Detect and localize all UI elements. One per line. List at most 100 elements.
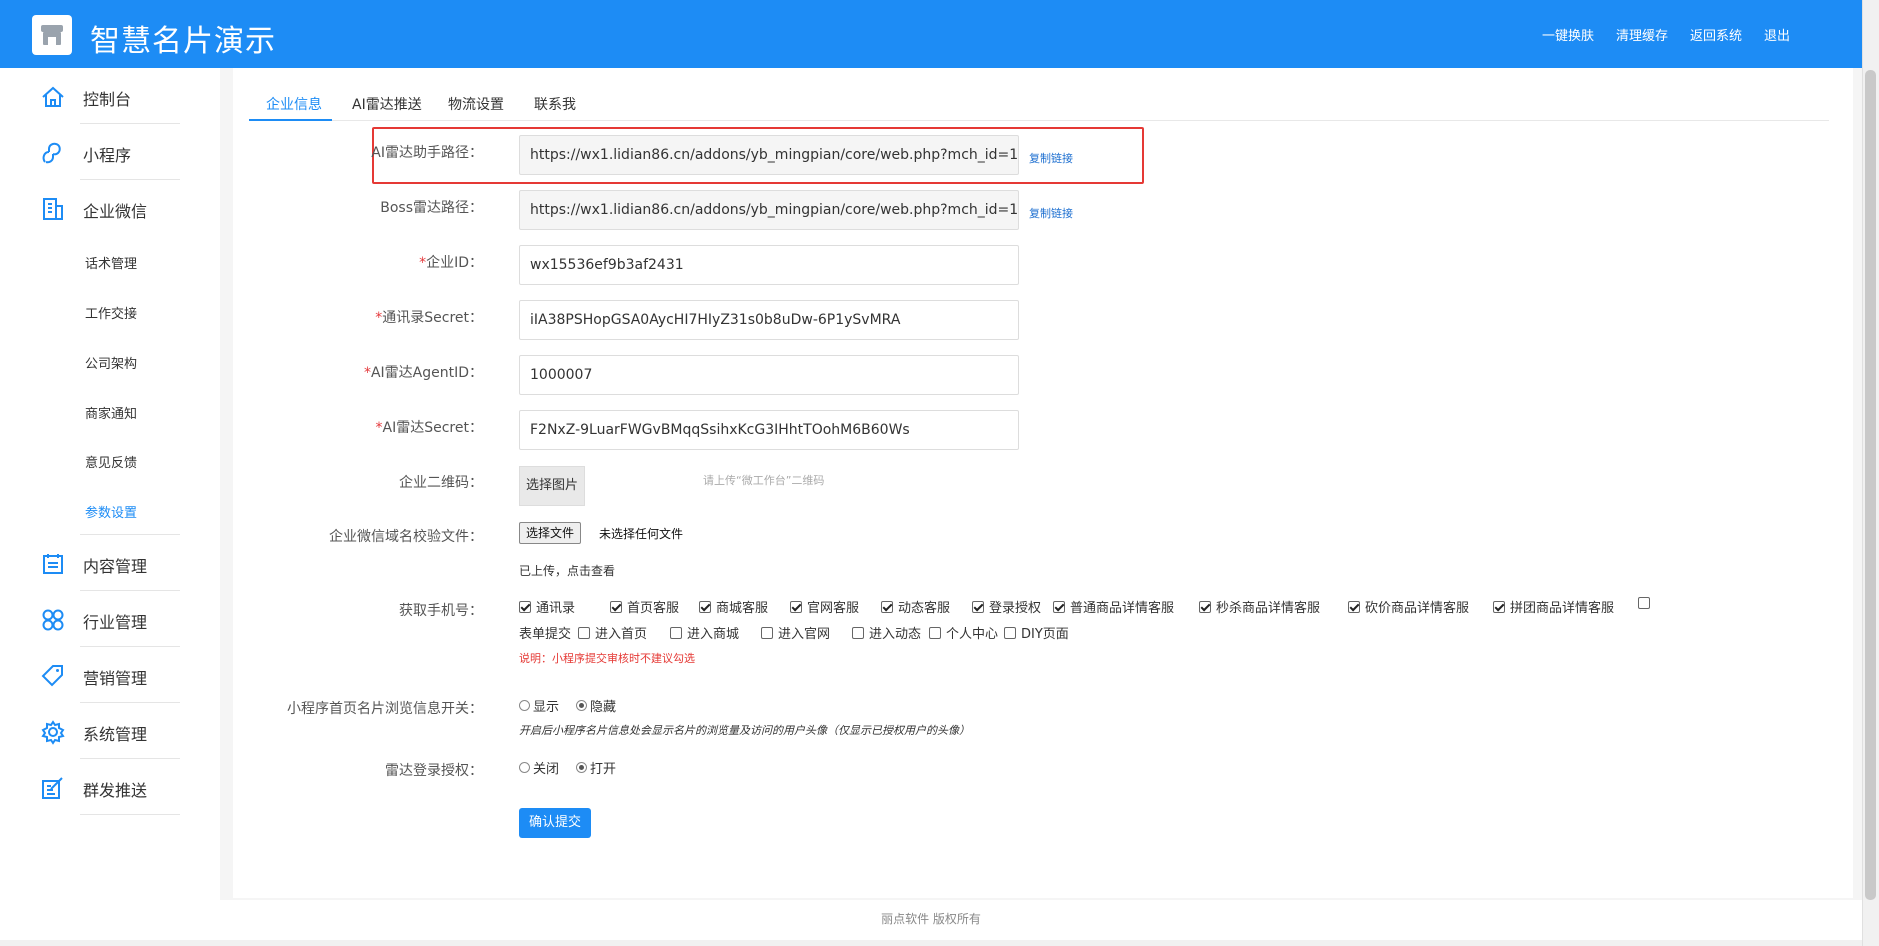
option-label: 登录授权 <box>989 601 1042 616</box>
option-label: 砍价商品详情客服 <box>1365 601 1470 616</box>
checkbox-icon <box>852 626 864 639</box>
miniprogram-icon <box>42 142 61 164</box>
ai-path-label: AI雷达助手路径： <box>371 145 483 161</box>
checkbox-icon <box>699 600 711 613</box>
phone-option-checkbox[interactable]: 进入动态 <box>852 623 921 642</box>
sidebar-item-content[interactable]: 内容管理 <box>0 535 220 591</box>
sidebar-subitem-org[interactable]: 公司架构 <box>85 353 137 372</box>
label-text: AI雷达Secret： <box>382 420 483 436</box>
phone-option-checkbox[interactable]: 秒杀商品详情客服 <box>1199 597 1320 616</box>
sidebar-item-label: 企业微信 <box>83 202 148 221</box>
scrollbar-thumb[interactable] <box>1865 70 1876 900</box>
contacts-secret-input[interactable]: iIA38PSHopGSA0AycHI7HIyZ31s0b8uDw-6P1ySv… <box>519 300 1019 340</box>
phone-option-checkbox[interactable]: 动态客服 <box>881 597 950 616</box>
label-text: 企业ID： <box>426 255 483 271</box>
phone-option-checkbox[interactable]: 首页客服 <box>610 597 679 616</box>
browse-switch-label: 小程序首页名片浏览信息开关： <box>287 701 483 717</box>
label-text: 通讯录Secret： <box>382 310 483 326</box>
choose-image-button[interactable]: 选择图片 <box>519 466 585 506</box>
browse-show-radio[interactable]: 显示 <box>519 696 559 715</box>
choose-file-button[interactable]: 选择文件 <box>519 522 582 544</box>
submit-button[interactable]: 确认提交 <box>519 808 591 838</box>
radio-label: 关闭 <box>533 762 560 777</box>
corp-id-label: *企业ID： <box>233 252 483 272</box>
sidebar-subitem-feedback[interactable]: 意见反馈 <box>85 452 137 471</box>
option-label: 通讯录 <box>536 601 576 616</box>
tab-ai-radar-push[interactable]: AI雷达推送 <box>352 94 422 114</box>
phone-option-checkbox[interactable]: 进入首页 <box>578 623 647 642</box>
corp-id-input[interactable]: wx15536ef9b3af2431 <box>519 245 1019 285</box>
phone-option-checkbox[interactable]: 拼团商品详情客服 <box>1493 597 1614 616</box>
radar-login-on-radio[interactable]: 打开 <box>576 758 616 777</box>
sidebar-subitem-scripts[interactable]: 话术管理 <box>85 253 137 272</box>
radio-icon <box>576 762 587 773</box>
tab-contact-me[interactable]: 联系我 <box>534 94 576 114</box>
phone-option-checkbox[interactable]: 通讯录 <box>519 597 575 616</box>
checkbox-icon <box>972 600 984 613</box>
phone-option-checkbox[interactable]: DIY页面 <box>1004 623 1069 642</box>
phone-option-checkbox[interactable]: 登录授权 <box>972 597 1041 616</box>
sidebar-item-wecom[interactable]: 企业微信 <box>0 180 220 236</box>
sidebar: 控制台 小程序 企业微信 话术管理 工作交接 公司架构 商家通知 意见反馈 参数… <box>0 68 220 900</box>
option-label: 进入官网 <box>778 627 831 642</box>
sidebar-item-marketing[interactable]: 营销管理 <box>0 647 220 703</box>
phone-option-checkbox[interactable]: 进入商城 <box>670 623 739 642</box>
active-tab-indicator <box>249 119 332 121</box>
radio-icon <box>519 700 530 711</box>
boss-path-copy-link[interactable]: 复制链接 <box>1029 205 1073 221</box>
sidebar-item-label: 系统管理 <box>83 725 148 744</box>
sidebar-item-broadcast[interactable]: 群发推送 <box>0 759 220 815</box>
label-text: AI雷达AgentID： <box>370 365 483 381</box>
sidebar-item-miniprogram[interactable]: 小程序 <box>0 124 220 180</box>
phone-option-label-only: 表单提交 <box>519 623 571 642</box>
settings-panel: 企业信息 AI雷达推送 物流设置 联系我 AI雷达助手路径： https://w… <box>233 68 1853 898</box>
top-links: 一键换肤 清理缓存 返回系统 退出 <box>1542 25 1790 44</box>
ai-secret-input[interactable]: F2NxZ-9LuarFWGvBMqqSsihxKcG3IHhtTOohM6B6… <box>519 410 1019 450</box>
sidebar-subitem-params[interactable]: 参数设置 <box>85 502 137 521</box>
domain-file-label: 企业微信域名校验文件： <box>329 529 483 545</box>
radar-login-off-radio[interactable]: 关闭 <box>519 758 559 777</box>
ai-secret-label: *AI雷达Secret： <box>233 417 483 437</box>
phone-note: 说明：小程序提交审核时不建议勾选 <box>519 652 695 665</box>
browse-hide-radio[interactable]: 隐藏 <box>576 696 616 715</box>
radar-login-label: 雷达登录授权： <box>385 763 483 779</box>
ai-path-input[interactable]: https://wx1.lidian86.cn/addons/yb_mingpi… <box>519 135 1019 175</box>
back-system-link[interactable]: 返回系统 <box>1690 25 1742 44</box>
tab-company-info[interactable]: 企业信息 <box>266 94 322 114</box>
top-header: 智慧名片演示 一键换肤 清理缓存 返回系统 退出 <box>0 0 1862 68</box>
divider <box>80 814 180 815</box>
phone-option-checkbox[interactable]: 官网客服 <box>790 597 859 616</box>
footer-copyright: 丽点软件 版权所有 <box>881 912 981 926</box>
contacts-secret-label: *通讯录Secret： <box>233 307 483 327</box>
sidebar-item-label: 群发推送 <box>83 781 148 800</box>
option-label: 官网客服 <box>807 601 860 616</box>
checkbox-icon <box>578 626 590 639</box>
phone-option-checkbox[interactable]: 进入官网 <box>761 623 830 642</box>
logout-link[interactable]: 退出 <box>1764 25 1790 44</box>
sidebar-item-system[interactable]: 系统管理 <box>0 703 220 759</box>
boss-path-label: Boss雷达路径： <box>380 200 483 216</box>
sidebar-subitem-handover[interactable]: 工作交接 <box>85 303 137 322</box>
app-title: 智慧名片演示 <box>90 24 276 59</box>
sidebar-item-dashboard[interactable]: 控制台 <box>0 68 220 124</box>
radio-label: 隐藏 <box>590 700 617 715</box>
clear-cache-link[interactable]: 清理缓存 <box>1616 25 1668 44</box>
phone-option-checkbox[interactable] <box>1638 597 1655 609</box>
phone-option-checkbox[interactable]: 砍价商品详情客服 <box>1348 597 1469 616</box>
checkbox-icon <box>1493 600 1505 613</box>
option-label: 秒杀商品详情客服 <box>1216 601 1321 616</box>
phone-option-checkbox[interactable]: 普通商品详情客服 <box>1053 597 1174 616</box>
ai-path-copy-link[interactable]: 复制链接 <box>1029 150 1073 166</box>
boss-path-input[interactable]: https://wx1.lidian86.cn/addons/yb_mingpi… <box>519 190 1019 230</box>
option-label: 进入商城 <box>687 627 740 642</box>
skin-switch-link[interactable]: 一键换肤 <box>1542 25 1594 44</box>
phone-option-checkbox[interactable]: 商城客服 <box>699 597 768 616</box>
phone-option-checkbox[interactable]: 个人中心 <box>929 623 998 642</box>
tab-logistics[interactable]: 物流设置 <box>448 94 504 114</box>
sidebar-subitem-notice[interactable]: 商家通知 <box>85 403 137 422</box>
uploaded-view-link[interactable]: 已上传，点击查看 <box>519 562 615 579</box>
option-label: 商城客服 <box>716 601 769 616</box>
agent-id-input[interactable]: 1000007 <box>519 355 1019 395</box>
horizontal-scrollbar[interactable] <box>0 940 1862 946</box>
sidebar-item-industry[interactable]: 行业管理 <box>0 591 220 647</box>
